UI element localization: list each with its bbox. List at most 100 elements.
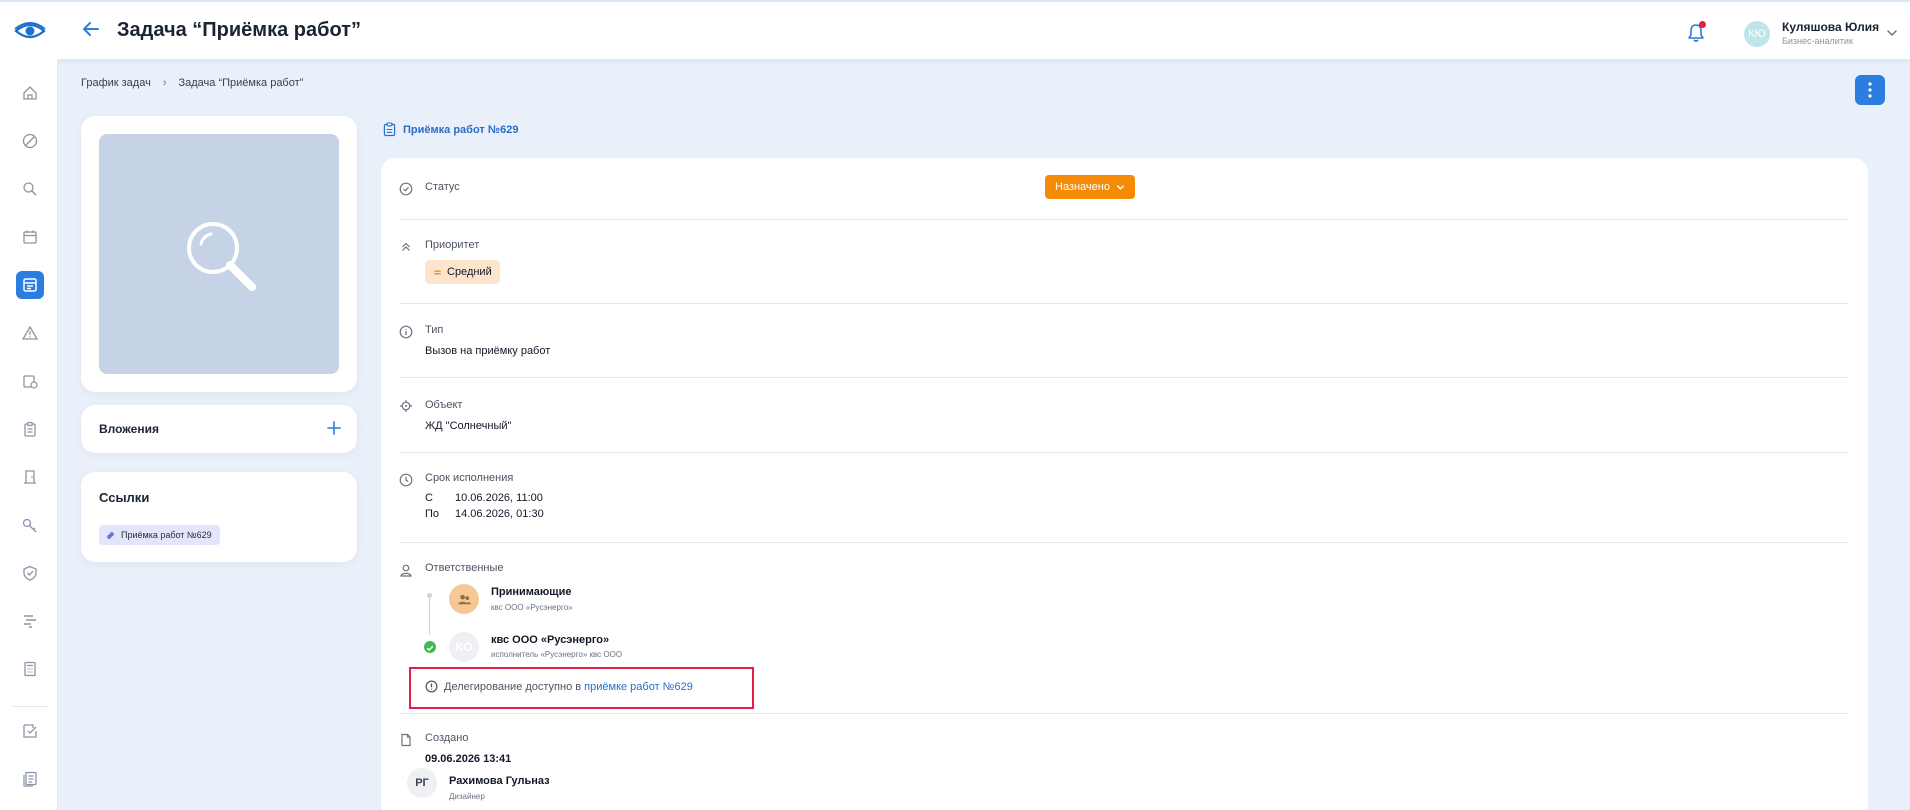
breadcrumb: График задач › Задача “Приёмка работ” bbox=[81, 77, 303, 89]
created-row: Создано 09.06.2026 13:41 РГ Рахимова Гул… bbox=[399, 714, 1848, 810]
user-role: Бизнес-аналитик bbox=[1782, 36, 1853, 46]
alert-circle-icon bbox=[425, 680, 438, 693]
delegation-text: Делегирование доступно в bbox=[444, 680, 585, 693]
type-row: Тип Вызов на приёмку работ bbox=[399, 304, 1848, 378]
object-row: Объект ЖД "Солнечный" bbox=[399, 378, 1848, 453]
door-icon[interactable] bbox=[16, 463, 44, 491]
tasks-board-icon[interactable] bbox=[16, 271, 44, 299]
responsible-group-name[interactable]: Принимающие bbox=[491, 586, 571, 598]
breadcrumb-task-schedule[interactable]: График задач bbox=[81, 77, 151, 89]
user-avatar[interactable]: КЮ bbox=[1744, 21, 1770, 47]
object-label: Объект bbox=[425, 399, 463, 411]
check-circle-icon bbox=[399, 182, 413, 196]
deadline-label: Срок исполнения bbox=[425, 472, 514, 484]
page-title: Задача “Приёмка работ” bbox=[117, 19, 361, 41]
responsible-person-name[interactable]: квс ООО «Русэнерго» bbox=[491, 634, 609, 646]
status-label: Статус bbox=[425, 181, 460, 193]
delegation-notice: Делегирование доступно в приёмке работ №… bbox=[409, 667, 754, 709]
deadline-row: Срок исполнения С 10.06.2026, 11:00 По 1… bbox=[399, 453, 1848, 543]
priority-value: Средний bbox=[447, 266, 492, 278]
link-icon bbox=[107, 531, 114, 539]
breadcrumb-current: Задача “Приёмка работ” bbox=[178, 77, 304, 89]
info-icon bbox=[399, 325, 413, 339]
created-label: Создано bbox=[425, 732, 469, 744]
link-chip[interactable]: Приёмка работ №629 bbox=[99, 525, 220, 545]
warning-icon[interactable] bbox=[16, 319, 44, 347]
clipboard-icon[interactable] bbox=[16, 415, 44, 443]
type-value: Вызов на приёмку работ bbox=[425, 345, 551, 357]
crosshair-icon bbox=[400, 400, 412, 412]
status-dropdown[interactable]: Назначено bbox=[1045, 175, 1135, 199]
creator-name[interactable]: Рахимова Гульназ bbox=[449, 775, 550, 787]
calendar-check-icon[interactable] bbox=[16, 367, 44, 395]
creator-role: Дизайнер bbox=[449, 792, 485, 801]
responsible-row: Ответственные Принимающие квс ООО «Русэн… bbox=[399, 543, 1848, 714]
task-reference-label: Приёмка работ №629 bbox=[403, 123, 519, 136]
type-label: Тип bbox=[425, 324, 444, 336]
notification-badge bbox=[1699, 21, 1706, 28]
deadline-from: С 10.06.2026, 11:00 bbox=[425, 492, 543, 504]
priority-badge: Средний bbox=[425, 260, 500, 284]
responsible-person-role: исполнитель «Русэнерго» квс ООО bbox=[491, 650, 623, 659]
checklist-icon[interactable] bbox=[16, 717, 44, 745]
deadline-from-value: 10.06.2026, 11:00 bbox=[455, 492, 543, 504]
links-label: Ссылки bbox=[99, 490, 150, 505]
responsible-label: Ответственные bbox=[425, 562, 504, 574]
task-image-card bbox=[81, 116, 357, 392]
attachments-card: Вложения bbox=[81, 405, 357, 453]
key-icon[interactable] bbox=[16, 511, 44, 539]
group-avatar bbox=[449, 584, 479, 614]
back-arrow-icon[interactable] bbox=[80, 18, 102, 40]
notifications-bell-icon[interactable] bbox=[1685, 21, 1707, 44]
calculator-icon[interactable] bbox=[16, 655, 44, 683]
deadline-to-value: 14.06.2026, 01:30 bbox=[455, 508, 544, 520]
clock-icon bbox=[399, 473, 413, 487]
home-icon[interactable] bbox=[16, 79, 44, 107]
calendar-icon[interactable] bbox=[16, 223, 44, 251]
priority-row: Приоритет Средний bbox=[399, 220, 1848, 304]
chevron-down-icon[interactable] bbox=[1886, 26, 1898, 38]
more-vertical-icon bbox=[1868, 82, 1872, 98]
documents-icon[interactable] bbox=[16, 765, 44, 793]
hierarchy-icon[interactable] bbox=[16, 607, 44, 635]
responsible-group-org: квс ООО «Русэнерго» bbox=[491, 603, 573, 612]
task-reference-link[interactable]: Приёмка работ №629 bbox=[383, 122, 518, 137]
object-value: ЖД "Солнечный" bbox=[425, 420, 512, 432]
deadline-from-label: С bbox=[425, 492, 433, 504]
group-users-icon bbox=[457, 594, 471, 604]
priority-label: Приоритет bbox=[425, 239, 480, 251]
equals-icon bbox=[434, 269, 441, 275]
chevron-down-icon bbox=[1117, 184, 1124, 190]
ban-icon[interactable] bbox=[16, 127, 44, 155]
clipboard-icon bbox=[383, 122, 396, 137]
shield-check-icon[interactable] bbox=[16, 559, 44, 587]
status-row: Статус Назначено bbox=[399, 158, 1848, 220]
deadline-to-label: По bbox=[425, 508, 440, 520]
add-attachment-icon[interactable] bbox=[323, 417, 345, 439]
sidebar-nav bbox=[0, 59, 58, 810]
task-details-panel: Статус Назначено Приоритет Средний Тип В… bbox=[381, 158, 1868, 810]
user-icon bbox=[400, 564, 412, 577]
check-badge-icon bbox=[424, 641, 436, 653]
links-card: Ссылки Приёмка работ №629 bbox=[81, 472, 357, 562]
search-icon[interactable] bbox=[16, 175, 44, 203]
magnifier-icon bbox=[187, 222, 256, 291]
user-name[interactable]: Куляшова Юлия bbox=[1782, 20, 1879, 34]
creator-avatar: РГ bbox=[407, 768, 437, 798]
image-placeholder[interactable] bbox=[99, 134, 339, 374]
status-value: Назначено bbox=[1055, 181, 1110, 193]
more-actions-button[interactable] bbox=[1855, 75, 1885, 105]
eye-logo-icon[interactable] bbox=[14, 20, 46, 42]
created-date: 09.06.2026 13:41 bbox=[425, 753, 512, 765]
file-icon bbox=[401, 733, 411, 747]
double-chevron-up-icon bbox=[402, 242, 410, 251]
breadcrumb-separator: › bbox=[162, 77, 167, 89]
link-chip-label: Приёмка работ №629 bbox=[121, 530, 212, 540]
timeline-line bbox=[429, 595, 430, 635]
top-bar: Задача “Приёмка работ” КЮ Куляшова Юлия … bbox=[0, 0, 1910, 59]
sidebar-divider bbox=[12, 706, 48, 707]
delegation-link[interactable]: приёмке работ №629 bbox=[584, 681, 693, 693]
deadline-to: По 14.06.2026, 01:30 bbox=[425, 508, 544, 520]
person-avatar: КО bbox=[449, 632, 479, 662]
attachments-label: Вложения bbox=[99, 422, 159, 436]
